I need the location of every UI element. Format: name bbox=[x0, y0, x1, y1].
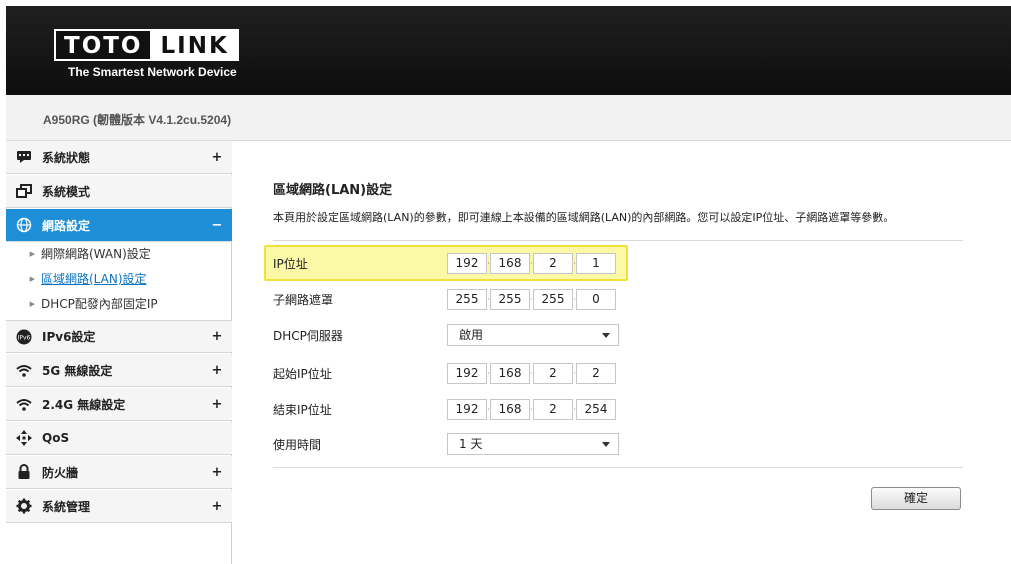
collapse-icon: − bbox=[211, 217, 223, 233]
dropdown-caret-icon bbox=[602, 442, 610, 447]
sidebar-item-label: 系統模式 bbox=[42, 184, 91, 199]
subnet-mask-label: 子網路遮罩 bbox=[273, 293, 334, 307]
sidebar-item-label: IPv6設定 bbox=[42, 330, 96, 344]
sidebar-item-qos[interactable]: QoS bbox=[6, 422, 232, 455]
sidebar: 系統狀態 + 系統模式 網路設定 − ▶ 網際網路(WAN)設定 ▶ 區域網路(… bbox=[6, 141, 232, 564]
start-ip-octet-1[interactable]: 192 bbox=[447, 363, 487, 384]
confirm-button[interactable]: 確定 bbox=[871, 487, 961, 510]
tagline: The Smartest Network Device bbox=[68, 65, 237, 79]
ip-octet-3[interactable]: 2 bbox=[533, 253, 573, 274]
sidebar-item-wifi-5g[interactable]: 5G 無線設定 + bbox=[6, 354, 232, 387]
sidebar-item-network[interactable]: 網路設定 − bbox=[6, 209, 232, 242]
ip-octet-1[interactable]: 192 bbox=[447, 253, 487, 274]
lease-time-value: 1 天 bbox=[459, 437, 483, 451]
start-ip-octet-4[interactable]: 2 bbox=[576, 363, 616, 384]
ip-address-label: IP位址 bbox=[273, 257, 308, 271]
bullet-icon: ▶ bbox=[29, 299, 35, 308]
subnet-octet-1[interactable]: 255 bbox=[447, 289, 487, 310]
expand-icon: + bbox=[211, 396, 223, 412]
sidebar-item-wifi-24g[interactable]: 2.4G 無線設定 + bbox=[6, 388, 232, 421]
divider bbox=[273, 467, 963, 468]
lock-icon bbox=[6, 464, 42, 480]
logo-link: LINK bbox=[150, 29, 239, 61]
totolink-logo: TOTO LINK bbox=[54, 29, 248, 61]
ip-octet-2[interactable]: 168 bbox=[490, 253, 530, 274]
svg-text:IPv6: IPv6 bbox=[18, 334, 31, 341]
header-bar: TOTO LINK The Smartest Network Device bbox=[6, 6, 1011, 95]
sidebar-item-label: 系統管理 bbox=[42, 499, 91, 514]
start-ip-label: 起始IP位址 bbox=[273, 367, 332, 381]
start-ip-field: 192 · 168 · 2 · 2 bbox=[447, 363, 616, 384]
ip-address-field: 192 · 168 · 2 · 1 bbox=[447, 253, 616, 274]
page-title: 區域網路(LAN)設定 bbox=[273, 183, 393, 198]
expand-icon: + bbox=[211, 464, 223, 480]
sidebar-item-label: 網路設定 bbox=[42, 218, 91, 233]
sidebar-subitem-dhcp-static[interactable]: ▶ DHCP配發內部固定IP bbox=[6, 292, 232, 315]
qos-icon bbox=[6, 430, 42, 446]
lease-time-label: 使用時間 bbox=[273, 438, 322, 452]
mode-icon bbox=[6, 184, 42, 198]
end-ip-label: 結束IP位址 bbox=[273, 403, 332, 417]
end-ip-octet-4[interactable]: 254 bbox=[576, 399, 616, 420]
sidebar-item-label: 系統狀態 bbox=[42, 150, 91, 165]
dhcp-server-select[interactable]: 啟用 bbox=[447, 324, 619, 346]
gear-icon bbox=[6, 498, 42, 514]
logo-toto: TOTO bbox=[54, 29, 151, 61]
ip-octet-4[interactable]: 1 bbox=[576, 253, 616, 274]
end-ip-octet-3[interactable]: 2 bbox=[533, 399, 573, 420]
sidebar-subitem-wan[interactable]: ▶ 網際網路(WAN)設定 bbox=[6, 242, 232, 265]
start-ip-octet-2[interactable]: 168 bbox=[490, 363, 530, 384]
expand-icon: + bbox=[211, 329, 223, 344]
firmware-version: A950RG (韌體版本 V4.1.2cu.5204) bbox=[43, 113, 232, 127]
subnet-mask-field: 255 · 255 · 255 · 0 bbox=[447, 289, 616, 310]
end-ip-octet-1[interactable]: 192 bbox=[447, 399, 487, 420]
dhcp-server-label: DHCP伺服器 bbox=[273, 329, 343, 343]
start-ip-octet-3[interactable]: 2 bbox=[533, 363, 573, 384]
wifi-icon bbox=[6, 364, 42, 377]
sidebar-item-label: 防火牆 bbox=[42, 465, 79, 480]
status-icon bbox=[6, 150, 42, 164]
globe-icon bbox=[6, 217, 42, 233]
expand-icon: + bbox=[211, 149, 223, 165]
sidebar-subitem-label: DHCP配發內部固定IP bbox=[41, 297, 158, 311]
sidebar-subitem-label: 區域網路(LAN)設定 bbox=[41, 272, 147, 286]
dhcp-server-value: 啟用 bbox=[459, 328, 484, 342]
sidebar-item-label: 2.4G 無線設定 bbox=[42, 397, 126, 412]
sidebar-item-label: QoS bbox=[42, 431, 70, 445]
page-description: 本頁用於設定區域網路(LAN)的參數，即可連線上本設備的區域網路(LAN)的內部… bbox=[273, 211, 895, 224]
bullet-icon: ▶ bbox=[29, 274, 35, 283]
sidebar-item-mode[interactable]: 系統模式 bbox=[6, 175, 232, 208]
sidebar-item-ipv6[interactable]: IPv6 IPv6設定 + bbox=[6, 320, 232, 353]
ipv6-icon: IPv6 bbox=[6, 329, 42, 345]
sidebar-item-firewall[interactable]: 防火牆 + bbox=[6, 456, 232, 489]
sidebar-subitem-lan[interactable]: ▶ 區域網路(LAN)設定 bbox=[6, 267, 232, 290]
main-content: 區域網路(LAN)設定 本頁用於設定區域網路(LAN)的參數，即可連線上本設備的… bbox=[232, 141, 1011, 564]
sidebar-subitem-label: 網際網路(WAN)設定 bbox=[41, 247, 151, 261]
subnet-octet-2[interactable]: 255 bbox=[490, 289, 530, 310]
sidebar-item-label: 5G 無線設定 bbox=[42, 363, 113, 378]
firmware-bar: A950RG (韌體版本 V4.1.2cu.5204) bbox=[6, 95, 1011, 141]
lease-time-select[interactable]: 1 天 bbox=[447, 433, 619, 455]
end-ip-field: 192 · 168 · 2 · 254 bbox=[447, 399, 616, 420]
sidebar-item-status[interactable]: 系統狀態 + bbox=[6, 141, 232, 174]
bullet-icon: ▶ bbox=[29, 249, 35, 258]
dropdown-caret-icon bbox=[602, 333, 610, 338]
subnet-octet-4[interactable]: 0 bbox=[576, 289, 616, 310]
expand-icon: + bbox=[211, 362, 223, 378]
subnet-octet-3[interactable]: 255 bbox=[533, 289, 573, 310]
divider bbox=[273, 240, 963, 241]
wifi-icon bbox=[6, 398, 42, 411]
end-ip-octet-2[interactable]: 168 bbox=[490, 399, 530, 420]
expand-icon: + bbox=[211, 498, 223, 514]
sidebar-item-system-admin[interactable]: 系統管理 + bbox=[6, 490, 232, 523]
